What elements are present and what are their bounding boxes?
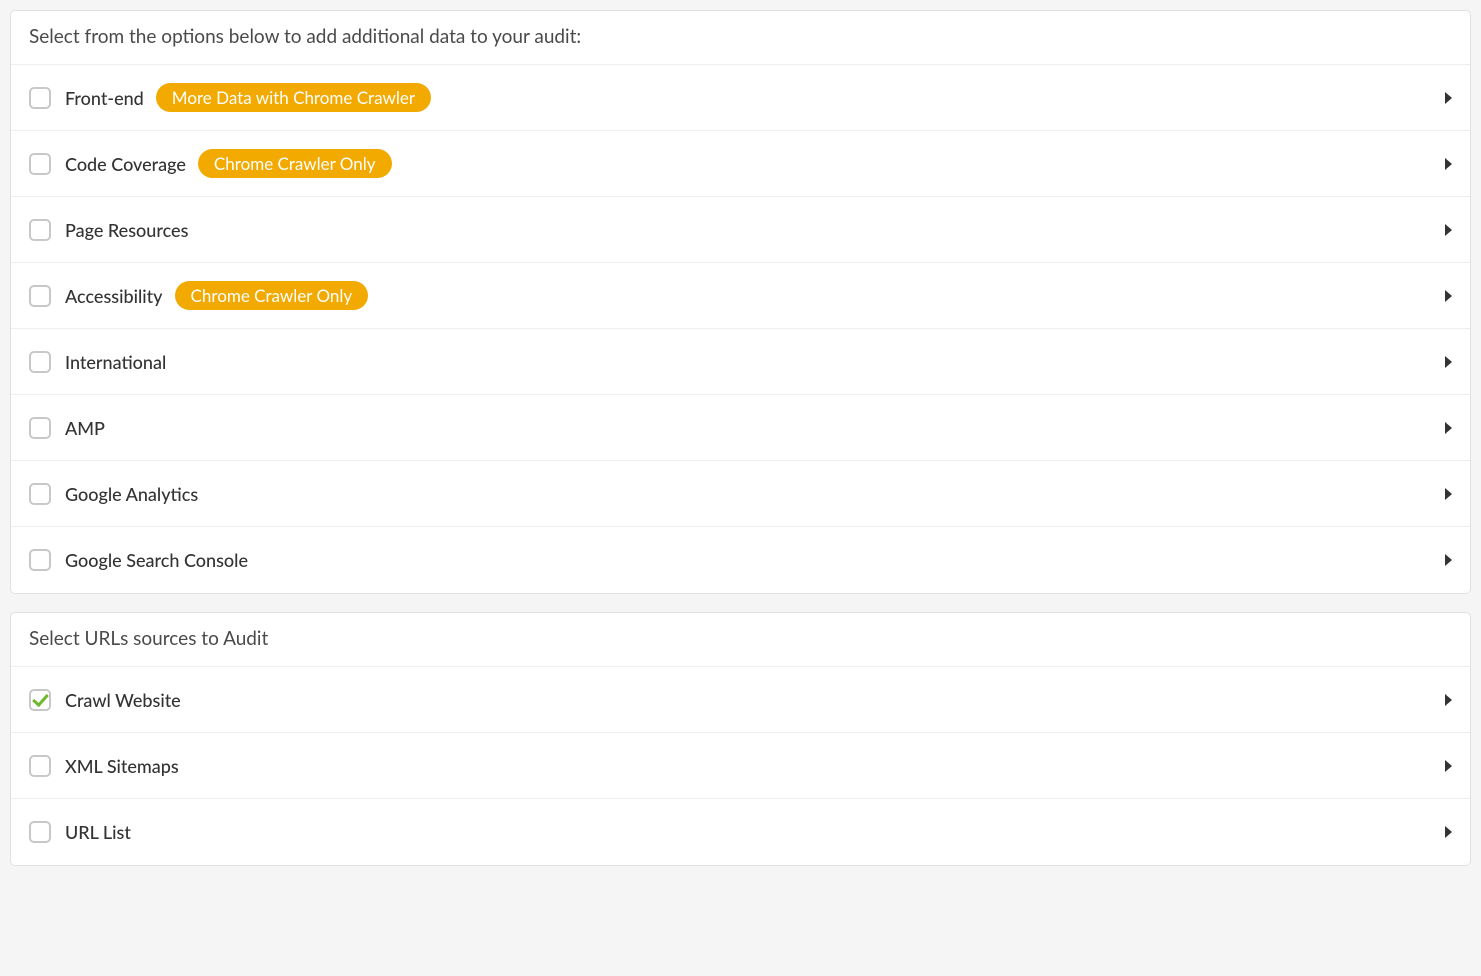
label-accessibility: Accessibility bbox=[65, 285, 163, 307]
label-amp: AMP bbox=[65, 417, 105, 439]
expand-icon[interactable] bbox=[1445, 356, 1452, 368]
checkbox-accessibility[interactable] bbox=[29, 285, 51, 307]
label-google-search-console: Google Search Console bbox=[65, 549, 248, 571]
badge-code-coverage: Chrome Crawler Only bbox=[198, 149, 392, 178]
label-crawl-website: Crawl Website bbox=[65, 689, 181, 711]
row-url-list[interactable]: URL List bbox=[11, 799, 1470, 865]
row-front-end[interactable]: Front-end More Data with Chrome Crawler bbox=[11, 65, 1470, 131]
expand-icon[interactable] bbox=[1445, 760, 1452, 772]
badge-front-end: More Data with Chrome Crawler bbox=[156, 83, 431, 112]
label-code-coverage: Code Coverage bbox=[65, 153, 186, 175]
expand-icon[interactable] bbox=[1445, 826, 1452, 838]
additional-data-title: Select from the options below to add add… bbox=[11, 11, 1470, 65]
expand-icon[interactable] bbox=[1445, 92, 1452, 104]
checkbox-google-search-console[interactable] bbox=[29, 549, 51, 571]
checkbox-url-list[interactable] bbox=[29, 821, 51, 843]
row-code-coverage[interactable]: Code Coverage Chrome Crawler Only bbox=[11, 131, 1470, 197]
row-crawl-website[interactable]: Crawl Website bbox=[11, 667, 1470, 733]
expand-icon[interactable] bbox=[1445, 290, 1452, 302]
checkbox-code-coverage[interactable] bbox=[29, 153, 51, 175]
label-google-analytics: Google Analytics bbox=[65, 483, 198, 505]
expand-icon[interactable] bbox=[1445, 422, 1452, 434]
checkbox-crawl-website[interactable] bbox=[29, 689, 51, 711]
expand-icon[interactable] bbox=[1445, 554, 1452, 566]
checkbox-international[interactable] bbox=[29, 351, 51, 373]
expand-icon[interactable] bbox=[1445, 488, 1452, 500]
badge-accessibility: Chrome Crawler Only bbox=[175, 281, 369, 310]
label-url-list: URL List bbox=[65, 821, 131, 843]
url-sources-panel: Select URLs sources to Audit Crawl Websi… bbox=[10, 612, 1471, 866]
checkbox-page-resources[interactable] bbox=[29, 219, 51, 241]
checkbox-front-end[interactable] bbox=[29, 87, 51, 109]
label-international: International bbox=[65, 351, 166, 373]
row-page-resources[interactable]: Page Resources bbox=[11, 197, 1470, 263]
checkbox-xml-sitemaps[interactable] bbox=[29, 755, 51, 777]
row-international[interactable]: International bbox=[11, 329, 1470, 395]
label-xml-sitemaps: XML Sitemaps bbox=[65, 755, 179, 777]
expand-icon[interactable] bbox=[1445, 694, 1452, 706]
checkbox-google-analytics[interactable] bbox=[29, 483, 51, 505]
row-amp[interactable]: AMP bbox=[11, 395, 1470, 461]
label-front-end: Front-end bbox=[65, 87, 144, 109]
checkbox-amp[interactable] bbox=[29, 417, 51, 439]
row-google-search-console[interactable]: Google Search Console bbox=[11, 527, 1470, 593]
row-google-analytics[interactable]: Google Analytics bbox=[11, 461, 1470, 527]
row-xml-sitemaps[interactable]: XML Sitemaps bbox=[11, 733, 1470, 799]
label-page-resources: Page Resources bbox=[65, 219, 188, 241]
expand-icon[interactable] bbox=[1445, 224, 1452, 236]
url-sources-title: Select URLs sources to Audit bbox=[11, 613, 1470, 667]
additional-data-panel: Select from the options below to add add… bbox=[10, 10, 1471, 594]
expand-icon[interactable] bbox=[1445, 158, 1452, 170]
row-accessibility[interactable]: Accessibility Chrome Crawler Only bbox=[11, 263, 1470, 329]
